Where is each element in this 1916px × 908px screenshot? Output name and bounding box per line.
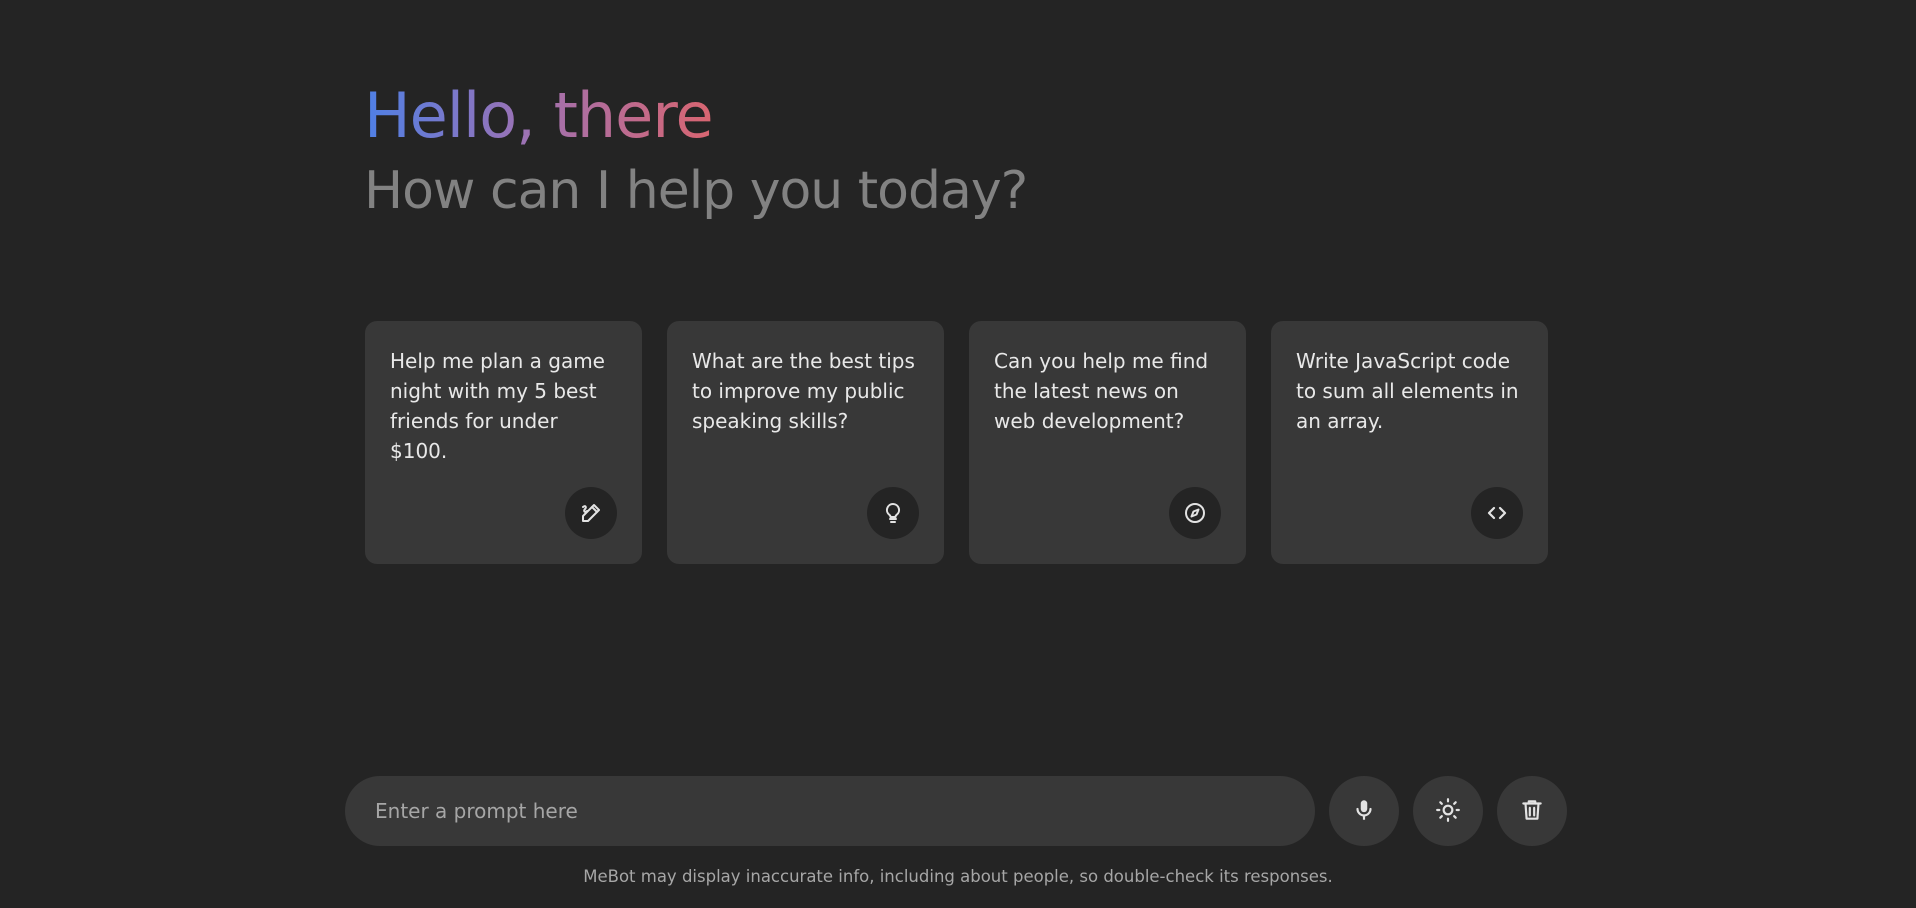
delete-chat-button[interactable]: [1497, 776, 1567, 846]
suggestion-card-javascript[interactable]: Write JavaScript code to sum all element…: [1271, 321, 1548, 564]
suggestion-card-public-speaking[interactable]: What are the best tips to improve my pub…: [667, 321, 944, 564]
prompt-field-wrapper: [345, 776, 1315, 846]
prompt-bar: [345, 776, 1567, 846]
light-mode-icon: [1435, 797, 1461, 826]
theme-toggle-button[interactable]: [1413, 776, 1483, 846]
mic-icon: [1351, 797, 1377, 826]
draw-icon: [565, 487, 617, 539]
code-icon: [1471, 487, 1523, 539]
disclaimer-text: MeBot may display inaccurate info, inclu…: [583, 867, 1333, 886]
suggestion-text: Write JavaScript code to sum all element…: [1296, 349, 1519, 433]
delete-icon: [1519, 797, 1545, 826]
explore-icon: [1169, 487, 1221, 539]
greeting-header: Hello, there How can I help you today?: [364, 78, 1028, 226]
lightbulb-icon: [867, 487, 919, 539]
suggestion-text: Help me plan a game night with my 5 best…: [390, 349, 605, 463]
greeting-subtitle: How can I help you today?: [364, 161, 1028, 221]
suggestion-text: What are the best tips to improve my pub…: [692, 349, 915, 433]
prompt-input[interactable]: [375, 776, 1285, 846]
suggestion-card-web-news[interactable]: Can you help me find the latest news on …: [969, 321, 1246, 564]
suggestion-text: Can you help me find the latest news on …: [994, 349, 1209, 433]
chat-home-page: Hello, there How can I help you today? H…: [0, 0, 1916, 908]
greeting-title: Hello, there: [364, 79, 714, 152]
suggestion-card-game-night[interactable]: Help me plan a game night with my 5 best…: [365, 321, 642, 564]
voice-input-button[interactable]: [1329, 776, 1399, 846]
suggestion-list: Help me plan a game night with my 5 best…: [365, 321, 1548, 564]
